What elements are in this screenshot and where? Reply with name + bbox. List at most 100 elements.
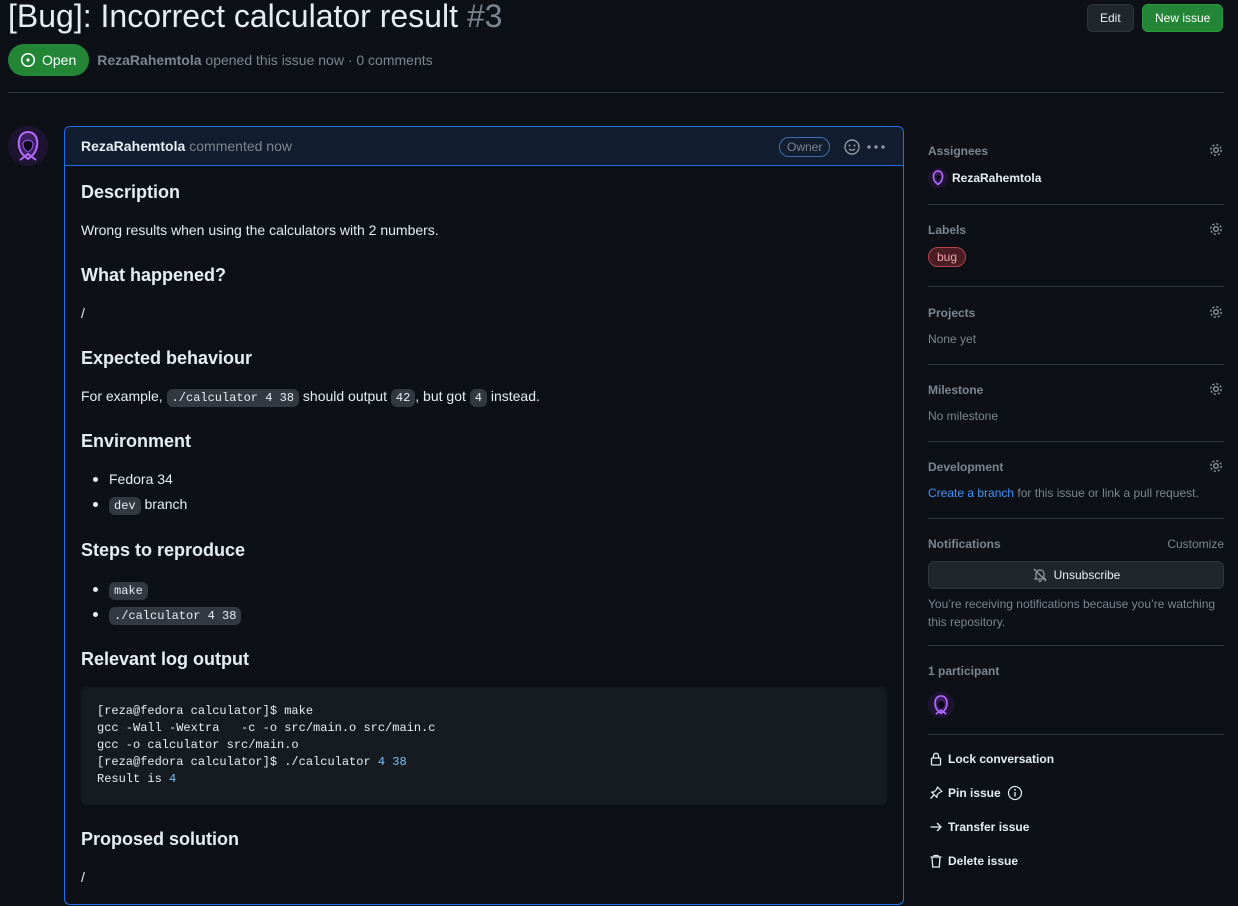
issue-meta-suffix: opened this issue now · 0 comments — [205, 52, 433, 68]
list-item: Fedora 34 — [81, 467, 187, 492]
code-line: Result is 4 — [97, 771, 871, 788]
log-code-block: [reza@fedora calculator]$ make gcc -Wall… — [81, 687, 887, 805]
notifications-reason: You’re receiving notifications because y… — [928, 595, 1215, 631]
gear-icon[interactable] — [1208, 221, 1224, 237]
comment-author[interactable]: RezaRahemtola — [81, 138, 185, 154]
projects-value: None yet — [928, 332, 977, 346]
issue-number: #3 — [466, 0, 503, 34]
expected-prefix: For example, — [81, 388, 163, 404]
comment-header: RezaRahemtola commented now Owner — [65, 127, 903, 166]
lock-conversation-button[interactable]: Lock conversation — [928, 751, 1054, 767]
code-line: [reza@fedora calculator]$ ./calculator 4… — [97, 754, 871, 771]
divider — [928, 518, 1224, 519]
what-happened-heading: What happened? — [81, 265, 226, 285]
divider — [928, 441, 1224, 442]
notifications-reason-line2: this repository. — [928, 615, 1006, 629]
new-issue-button[interactable]: New issue — [1142, 4, 1224, 32]
issue-meta: Open RezaRahemtola opened this issue now… — [8, 44, 433, 76]
gear-icon[interactable] — [1208, 142, 1224, 158]
lock-icon — [928, 751, 944, 767]
state-label: Open — [42, 52, 77, 68]
list-item: make — [81, 577, 241, 602]
gear-icon[interactable] — [1208, 381, 1224, 397]
log-heading: Relevant log output — [81, 649, 249, 669]
environment-heading: Environment — [81, 431, 192, 451]
header-divider — [8, 92, 1224, 93]
edit-button[interactable]: Edit — [1087, 4, 1134, 32]
owner-badge: Owner — [779, 137, 831, 157]
customize-link[interactable]: Customize — [1167, 537, 1224, 551]
issue-comment: RezaRahemtola commented now Owner Descri… — [64, 126, 904, 905]
trash-icon — [928, 853, 944, 869]
state-badge: Open — [8, 44, 90, 76]
milestone-value: No milestone — [928, 409, 999, 423]
code-number: 4 38 — [377, 755, 407, 769]
pin-icon — [928, 785, 944, 801]
expected-mid: should output — [302, 388, 387, 404]
labels-title: Labels — [928, 223, 967, 237]
bell-slash-icon — [1032, 567, 1048, 583]
assignees-title: Assignees — [928, 144, 989, 158]
delete-issue-button[interactable]: Delete issue — [928, 853, 1018, 869]
inline-code: ./calculator 4 38 — [166, 389, 300, 407]
development-suffix: for this issue or link a pull request. — [1017, 486, 1199, 500]
description-text: Wrong results when using the calculators… — [81, 222, 439, 238]
issue-title-text: [Bug]: Incorrect calculator result — [8, 0, 458, 34]
description-heading: Description — [81, 182, 181, 202]
development-text: Create a branch for this issue or link a… — [928, 486, 1199, 500]
gear-icon[interactable] — [1208, 458, 1224, 474]
list-item: dev branch — [81, 492, 187, 517]
create-branch-link[interactable]: Create a branch — [928, 486, 1014, 500]
label-bug[interactable]: bug — [928, 247, 967, 267]
inline-code: 4 — [469, 389, 487, 407]
assignee[interactable]: RezaRahemtola — [928, 168, 1041, 188]
development-title: Development — [928, 460, 1004, 474]
code-line: [reza@fedora calculator]$ make — [97, 704, 314, 718]
assignee-name: RezaRahemtola — [952, 171, 1042, 185]
notifications-title: Notifications — [928, 537, 1001, 551]
env-item-os: Fedora 34 — [109, 471, 173, 487]
transfer-label: Transfer issue — [948, 820, 1030, 834]
solution-heading: Proposed solution — [81, 829, 240, 849]
divider — [928, 645, 1224, 646]
steps-heading: Steps to reproduce — [81, 540, 246, 560]
divider — [928, 364, 1224, 365]
smiley-icon[interactable] — [843, 138, 861, 156]
steps-list: make ./calculator 4 38 — [81, 577, 242, 627]
issue-opened-icon — [20, 52, 36, 68]
participants-title: 1 participant — [928, 664, 1000, 678]
inline-code: 42 — [390, 389, 416, 407]
comment-timestamp[interactable]: commented now — [189, 138, 292, 154]
inline-code: ./calculator 4 38 — [109, 607, 242, 625]
pin-label: Pin issue — [948, 786, 1001, 800]
transfer-issue-button[interactable]: Transfer issue — [928, 819, 1029, 835]
unsubscribe-button[interactable]: Unsubscribe — [928, 561, 1224, 589]
notifications-reason-line1: You’re receiving notifications because y… — [928, 597, 1216, 611]
solution-text: / — [81, 869, 85, 885]
divider — [928, 286, 1224, 287]
inline-code: make — [109, 582, 148, 600]
issue-author-link[interactable]: RezaRahemtola — [97, 52, 201, 68]
what-happened-text: / — [81, 305, 85, 321]
expected-heading: Expected behaviour — [81, 348, 253, 368]
delete-label: Delete issue — [948, 854, 1019, 868]
code-text: [reza@fedora calculator]$ ./calculator — [97, 755, 378, 769]
code-line: gcc -o calculator src/main.o — [97, 738, 299, 752]
expected-text: For example, ./calculator 4 38 should ou… — [81, 388, 540, 407]
unsubscribe-label: Unsubscribe — [1053, 568, 1121, 582]
inline-code: dev — [109, 497, 141, 515]
avatar[interactable] — [8, 126, 48, 166]
gear-icon[interactable] — [1208, 304, 1224, 320]
env-item-branch: branch — [144, 496, 188, 512]
expected-mid2: , but got — [415, 388, 466, 404]
avatar[interactable] — [928, 692, 954, 718]
list-item: ./calculator 4 38 — [81, 602, 242, 627]
kebab-horizontal-icon[interactable] — [865, 138, 887, 156]
expected-suffix: instead. — [490, 388, 540, 404]
pin-issue-button[interactable]: Pin issue — [928, 785, 1023, 801]
info-icon[interactable] — [1007, 785, 1023, 801]
divider — [928, 734, 1224, 735]
code-text: Result is — [97, 772, 170, 786]
environment-list: Fedora 34 dev branch — [81, 467, 187, 517]
code-number: 4 — [169, 772, 177, 786]
